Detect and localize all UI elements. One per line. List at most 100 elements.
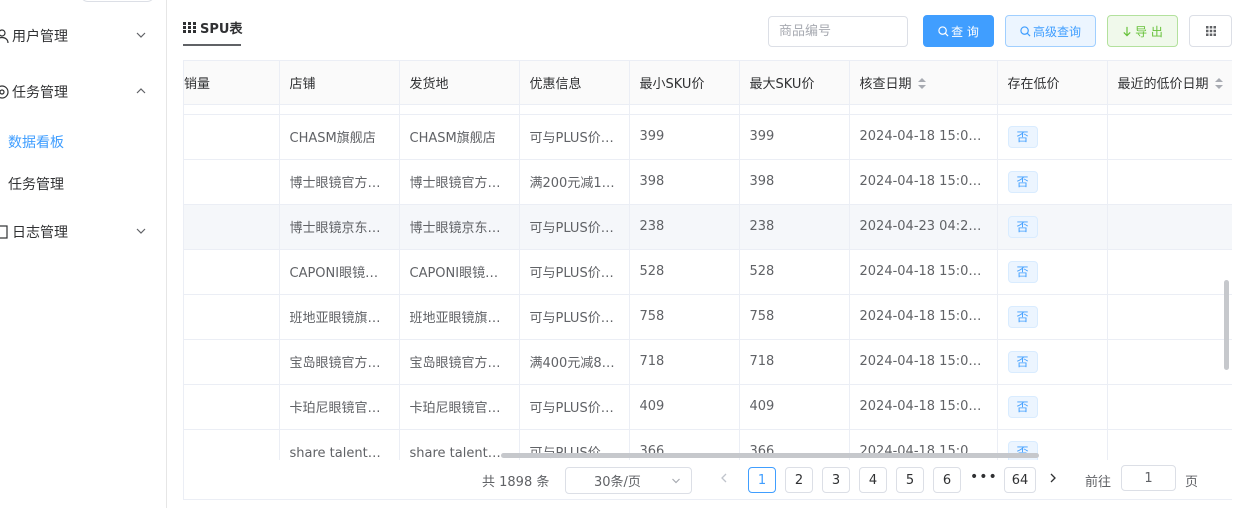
cell-shop: CHASM旗舰店 <box>279 114 400 160</box>
low-price-tag: 否 <box>1007 125 1038 148</box>
goto-page-input[interactable] <box>1121 465 1176 491</box>
cell-min-sku-price: 718 <box>629 339 740 385</box>
table-row[interactable]: 博士眼镜京东自营旗舰店博士眼镜京东自营旗舰店可与PLUS价优惠共享2382382… <box>184 204 1232 250</box>
cell-check-date: 2024-04-18 15:07:12 <box>849 249 998 295</box>
low-price-tag: 否 <box>1007 395 1038 418</box>
cell-max-sku-price: 238 <box>739 204 850 250</box>
sidebar: 用户管理 任务管理 数据看板 任务管理 日志管理 <box>0 0 167 508</box>
cell-shop: 宝岛眼镜官方旗舰店 <box>279 339 400 385</box>
table-row-partial <box>184 104 1232 115</box>
header-label: 最近的低价日期 <box>1117 76 1209 92</box>
page-button[interactable]: 2 <box>785 467 813 493</box>
cell-low-price: 否 <box>997 204 1108 250</box>
page-button[interactable]: 6 <box>933 467 961 493</box>
table-row[interactable]: CHASM旗舰店CHASM旗舰店可与PLUS价优惠共享3993992024-04… <box>184 114 1232 160</box>
column-header-recent-low-date[interactable]: 最近的低价日期 <box>1107 61 1232 105</box>
product-code-input[interactable] <box>768 16 908 47</box>
export-button[interactable]: 导 出 <box>1107 15 1178 47</box>
low-price-tag: 否 <box>1007 260 1038 283</box>
low-price-tag: 否 <box>1007 170 1038 193</box>
sidebar-item-log-management[interactable]: 日志管理 <box>0 212 166 252</box>
document-icon <box>0 224 10 240</box>
sidebar-subitem-task-management[interactable]: 任务管理 <box>8 174 64 194</box>
spu-table: 销量 店铺 发货地 优惠信息 最小SKU价 最大SKU价 核查日期 存在低价 最… <box>183 60 1232 460</box>
table-row[interactable]: 班地亚眼镜旗舰店班地亚眼镜旗舰店可与PLUS价优惠共享7587582024-04… <box>184 294 1232 340</box>
table-row[interactable]: 卡珀尼眼镜官方旗舰店卡珀尼眼镜官方旗舰店可与PLUS价优惠共享409409202… <box>184 384 1232 430</box>
cell-max-sku-price: 758 <box>739 294 850 340</box>
table-row[interactable]: 博士眼镜官方旗舰店 博士眼镜官方旗舰店 满200元减10元 398 398 2024-04… <box>184 159 1232 205</box>
cell-shop: 班地亚眼镜旗舰店 <box>279 294 400 340</box>
low-price-tag: 否 <box>1007 350 1038 373</box>
query-button[interactable]: 查 询 <box>923 15 994 47</box>
sidebar-top-control[interactable] <box>80 0 155 2</box>
cell-check-date: 2024-04-18 15:07:12 <box>849 294 998 340</box>
chevron-down-icon <box>136 228 146 234</box>
cell-max-sku-price: 398 <box>739 159 850 205</box>
cell-sales <box>184 429 280 460</box>
advanced-query-button[interactable]: 高级查询 <box>1005 15 1096 47</box>
page-size-select[interactable]: 30条/页 <box>565 467 692 494</box>
cell-shop: share talent眼镜旗舰店 <box>279 429 400 460</box>
goto-label: 前往 <box>1085 475 1112 490</box>
query-button-label: 查 询 <box>951 24 979 39</box>
next-page-icon[interactable] <box>1046 471 1060 485</box>
cell-min-sku-price: 398 <box>629 159 740 205</box>
sort-icon[interactable] <box>1214 78 1223 90</box>
cell-ship-from: 博士眼镜京东自营旗舰店 <box>399 204 520 250</box>
main-content: SPU表 查 询 高级查询 导 出 销量 店铺 <box>183 0 1239 508</box>
cell-min-sku-price: 758 <box>629 294 740 340</box>
grid-icon <box>1205 26 1216 36</box>
cell-promotion: 可与PLUS价优惠共享 <box>519 114 630 160</box>
sidebar-item-label: 用户管理 <box>12 29 68 45</box>
page-button-last[interactable]: 64 <box>1004 467 1036 493</box>
table-title-tab[interactable]: SPU表 <box>183 18 242 37</box>
cell-ship-from: CAPONI眼镜旗舰店 <box>399 249 520 295</box>
cell-sales <box>184 204 280 250</box>
cell-promotion: 可与PLUS价优惠共享 <box>519 384 630 430</box>
table-row[interactable]: CAPONI眼镜旗舰店CAPONI眼镜旗舰店可与PLUS价优惠共享5285282… <box>184 249 1232 295</box>
column-header-low-price: 存在低价 <box>997 61 1108 105</box>
pagination: 共 1898 条 30条/页 1 2 3 4 5 6 ••• 64 前往 页 <box>183 460 1232 500</box>
page-button[interactable]: 1 <box>748 467 776 493</box>
sidebar-item-user-management[interactable]: 用户管理 <box>0 16 166 56</box>
sidebar-item-label: 日志管理 <box>12 225 68 241</box>
page-button[interactable]: 4 <box>859 467 887 493</box>
cell-shop: 博士眼镜官方旗舰店 <box>279 159 400 205</box>
cell-low-price: 否 <box>997 339 1108 385</box>
cell-max-sku-price: 718 <box>739 339 850 385</box>
cell-max-sku-price: 528 <box>739 249 850 295</box>
grid-icon <box>183 22 196 33</box>
cell-max-sku-price: 409 <box>739 384 850 430</box>
cell-ship-from: 班地亚眼镜旗舰店 <box>399 294 520 340</box>
cell-sales <box>184 339 280 385</box>
cell-shop: 卡珀尼眼镜官方旗舰店 <box>279 384 400 430</box>
cell-promotion: 可与PLUS价优惠共享 <box>519 294 630 340</box>
search-icon <box>1020 25 1031 37</box>
prev-page-icon[interactable] <box>717 471 731 485</box>
cell-min-sku-price: 399 <box>629 114 740 160</box>
page-button[interactable]: 3 <box>822 467 850 493</box>
advanced-query-label: 高级查询 <box>1032 24 1081 39</box>
horizontal-scrollbar[interactable] <box>501 453 1039 458</box>
sort-icon[interactable] <box>917 78 926 90</box>
chevron-up-icon <box>136 88 146 94</box>
sidebar-subitem-data-board[interactable]: 数据看板 <box>8 132 64 152</box>
page-button[interactable]: 5 <box>896 467 924 493</box>
title-underline <box>183 44 241 46</box>
table-row[interactable]: 宝岛眼镜官方旗舰店 宝岛眼镜官方旗舰店 满400元减80元 718 718 2024-04… <box>184 339 1232 385</box>
arrow-down-icon <box>1123 26 1131 36</box>
cell-min-sku-price: 409 <box>629 384 740 430</box>
chevron-down-icon <box>136 32 146 38</box>
cell-recent-low-date <box>1107 204 1232 250</box>
cell-promotion: 可与PLUS价优惠共享 <box>519 204 630 250</box>
cell-low-price: 否 <box>997 384 1108 430</box>
vertical-scrollbar[interactable] <box>1224 280 1229 370</box>
column-header-check-date[interactable]: 核查日期 <box>849 61 998 105</box>
column-settings-button[interactable] <box>1189 15 1232 47</box>
cell-low-price: 否 <box>997 159 1108 205</box>
cell-promotion: 可与PLUS价优惠共享 <box>519 249 630 295</box>
column-header-max-sku-price: 最大SKU价 <box>739 61 850 105</box>
more-pages-icon[interactable]: ••• <box>970 469 998 485</box>
sidebar-item-task-management[interactable]: 任务管理 <box>0 72 166 112</box>
column-header-min-sku-price: 最小SKU价 <box>629 61 740 105</box>
